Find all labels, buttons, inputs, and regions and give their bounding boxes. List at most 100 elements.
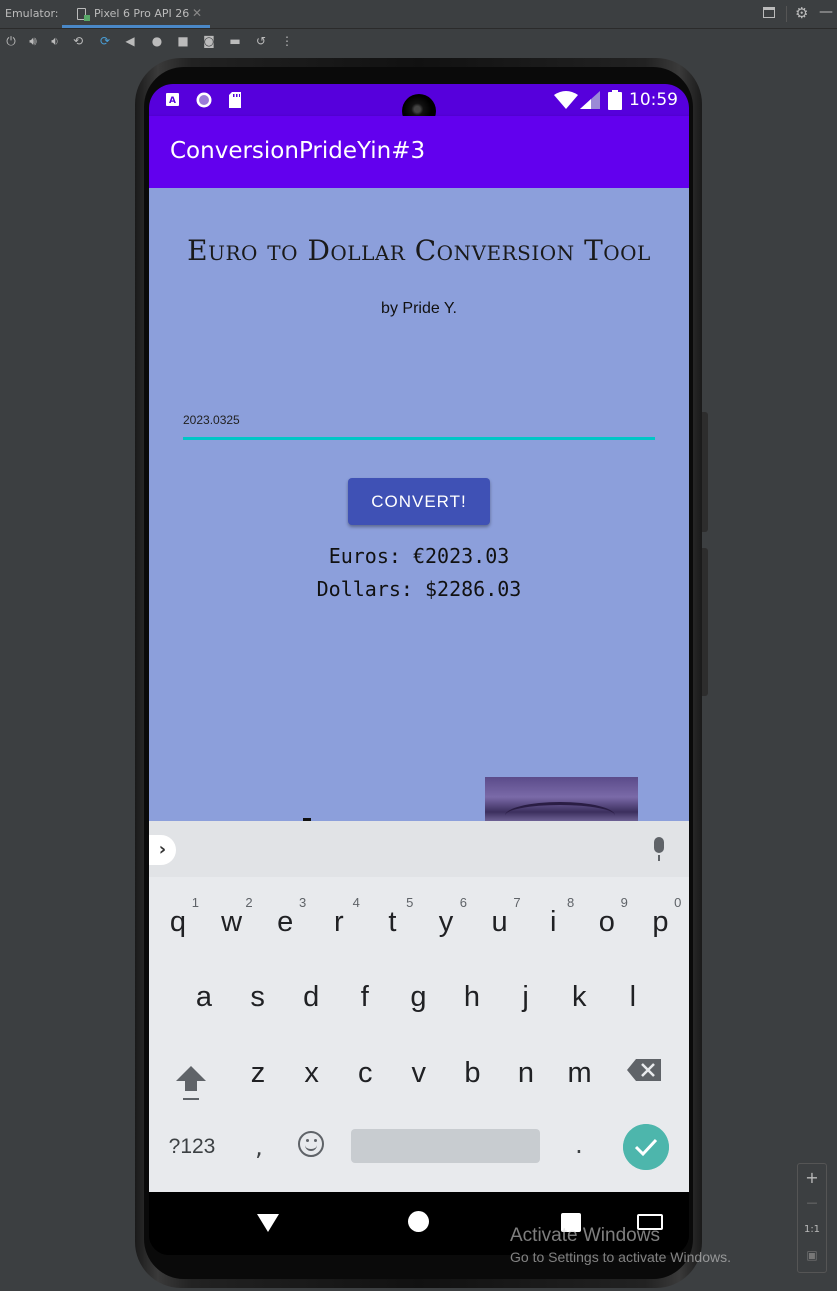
rotate-left-icon[interactable]: ⟲ bbox=[70, 33, 86, 49]
activate-windows-watermark: Activate Windows Go to Settings to activ… bbox=[510, 1225, 731, 1265]
power-icon[interactable]: ⏻ bbox=[3, 33, 19, 49]
key-x[interactable]: x bbox=[285, 1043, 339, 1103]
chevron-right-icon[interactable]: › bbox=[149, 835, 176, 865]
key-label: q bbox=[169, 906, 187, 938]
euro-amount-input[interactable] bbox=[183, 408, 655, 440]
overview-icon[interactable]: ■ bbox=[175, 33, 191, 49]
key-label: g bbox=[410, 981, 427, 1013]
more-icon[interactable]: ⋮ bbox=[279, 33, 295, 49]
wifi-icon bbox=[554, 91, 578, 109]
zoom-out-button[interactable]: — bbox=[798, 1196, 826, 1209]
author-byline: by Pride Y. bbox=[381, 300, 457, 317]
nav-back-icon[interactable] bbox=[257, 1214, 279, 1232]
key-label: x bbox=[304, 1057, 319, 1089]
key-label: f bbox=[360, 981, 369, 1013]
text-a-icon: A bbox=[166, 93, 179, 106]
tab-device-label: Pixel 6 Pro API 26 bbox=[94, 7, 190, 20]
divider bbox=[786, 6, 787, 22]
euros-result: Euros: €2023.03 bbox=[328, 544, 510, 568]
page-title: Euro to Dollar Conversion Tool bbox=[187, 234, 651, 267]
key-c[interactable]: c bbox=[338, 1043, 392, 1103]
app-title: ConversionPrideYin#3 bbox=[170, 138, 426, 164]
key-label: n bbox=[517, 1057, 535, 1089]
key-g[interactable]: g bbox=[391, 967, 445, 1027]
key-h[interactable]: h bbox=[445, 967, 499, 1027]
emoji-icon[interactable] bbox=[298, 1131, 324, 1157]
close-icon[interactable]: ✕ bbox=[192, 6, 202, 20]
key-hint: 7 bbox=[513, 895, 521, 910]
key-hint: 0 bbox=[674, 895, 682, 910]
sd-card-icon bbox=[229, 92, 241, 108]
key-o[interactable]: o9 bbox=[580, 892, 634, 952]
status-time: 10:59 bbox=[629, 90, 678, 110]
power-button bbox=[702, 412, 708, 532]
key-hint: 2 bbox=[245, 895, 253, 910]
window-layout-icon[interactable] bbox=[763, 7, 775, 18]
key-p[interactable]: p0 bbox=[633, 892, 687, 952]
key-u[interactable]: u7 bbox=[473, 892, 527, 952]
key-v[interactable]: v bbox=[392, 1043, 446, 1103]
key-t[interactable]: t5 bbox=[365, 892, 419, 952]
gear-icon[interactable]: ⚙ bbox=[795, 4, 808, 22]
nav-home-icon[interactable] bbox=[408, 1211, 429, 1232]
microphone-icon[interactable] bbox=[654, 837, 664, 861]
key-d[interactable]: d bbox=[284, 967, 338, 1027]
key-l[interactable]: l bbox=[606, 967, 660, 1027]
volume-up-icon[interactable]: 🔊︎ bbox=[25, 33, 41, 49]
key-z[interactable]: z bbox=[231, 1043, 285, 1103]
key-hint: 8 bbox=[566, 895, 575, 910]
zoom-1-to-1-button[interactable]: 1:1 bbox=[798, 1224, 826, 1235]
snapshot-icon[interactable]: ↺ bbox=[253, 33, 269, 49]
key-label: s bbox=[250, 981, 265, 1013]
tab-device[interactable]: Pixel 6 Pro API 26 ✕ bbox=[62, 0, 210, 28]
key-s[interactable]: s bbox=[231, 967, 285, 1027]
key-label: w bbox=[221, 906, 243, 938]
comma-key[interactable]: , bbox=[249, 1133, 269, 1161]
soft-keyboard: › ?123 , . q1w2e3r4t5y6u7i8o9p0asdfghjkl… bbox=[149, 821, 689, 1192]
volume-down-icon[interactable]: 🔉︎ bbox=[47, 33, 63, 49]
key-a[interactable]: a bbox=[177, 967, 231, 1027]
home-icon[interactable]: ● bbox=[149, 33, 165, 49]
key-label: a bbox=[195, 981, 213, 1013]
zoom-in-button[interactable]: + bbox=[798, 1168, 826, 1187]
battery-icon bbox=[608, 90, 622, 110]
key-r[interactable]: r4 bbox=[312, 892, 366, 952]
space-bar[interactable] bbox=[351, 1129, 540, 1163]
key-label: y bbox=[438, 906, 454, 938]
shift-icon[interactable] bbox=[175, 1064, 207, 1102]
key-label: m bbox=[567, 1057, 592, 1089]
enter-check-icon[interactable] bbox=[623, 1124, 669, 1170]
svg-text:A: A bbox=[169, 96, 176, 106]
key-hint: 6 bbox=[459, 895, 467, 910]
backspace-icon[interactable] bbox=[627, 1059, 661, 1081]
volume-button bbox=[702, 548, 708, 696]
key-q[interactable]: q1 bbox=[151, 892, 205, 952]
key-w[interactable]: w2 bbox=[205, 892, 259, 952]
record-icon[interactable]: ▬ bbox=[227, 33, 243, 49]
eye-photo bbox=[485, 777, 638, 821]
period-key[interactable]: . bbox=[569, 1131, 589, 1159]
emulator-label: Emulator: bbox=[5, 7, 59, 20]
key-n[interactable]: n bbox=[499, 1043, 553, 1103]
key-m[interactable]: m bbox=[553, 1043, 607, 1103]
minimize-icon[interactable]: — bbox=[819, 4, 833, 20]
key-e[interactable]: e3 bbox=[258, 892, 312, 952]
key-label: h bbox=[463, 981, 481, 1013]
circle-icon bbox=[196, 92, 212, 108]
back-icon[interactable]: ◀ bbox=[122, 33, 138, 49]
rotate-right-icon[interactable]: ⟳ bbox=[97, 33, 113, 49]
signal-icon bbox=[580, 91, 600, 109]
screenshot-icon[interactable]: ◙ bbox=[201, 33, 217, 49]
key-i[interactable]: i8 bbox=[526, 892, 580, 952]
ide-title-bar: Emulator: Pixel 6 Pro API 26 ✕ ⚙ — bbox=[0, 0, 837, 29]
symbols-key[interactable]: ?123 bbox=[157, 1135, 227, 1159]
status-bar: A 10:59 bbox=[149, 84, 689, 128]
key-j[interactable]: j bbox=[499, 967, 553, 1027]
key-k[interactable]: k bbox=[552, 967, 606, 1027]
key-y[interactable]: y6 bbox=[419, 892, 473, 952]
convert-button[interactable]: CONVERT! bbox=[348, 478, 490, 525]
fit-screen-icon[interactable]: ▣ bbox=[798, 1248, 826, 1262]
key-b[interactable]: b bbox=[445, 1043, 499, 1103]
key-f[interactable]: f bbox=[338, 967, 392, 1027]
key-label: c bbox=[357, 1057, 373, 1089]
